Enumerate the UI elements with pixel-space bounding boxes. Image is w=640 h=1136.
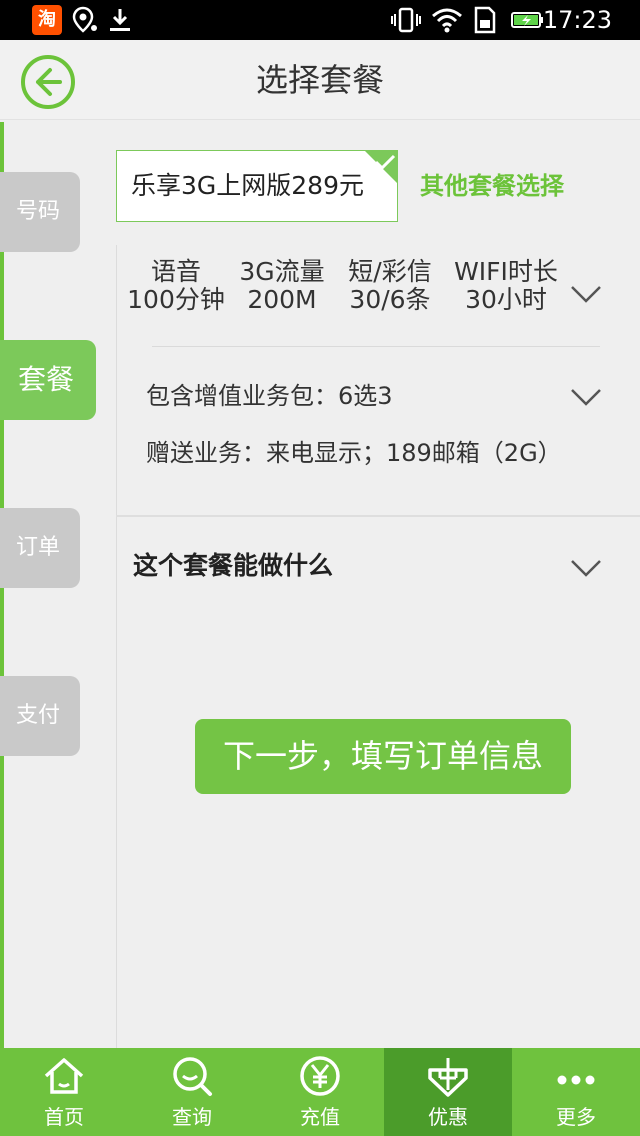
- feature-value: 200M: [247, 285, 317, 314]
- nav-item-query[interactable]: 查询: [128, 1048, 256, 1136]
- wifi-icon: [432, 8, 462, 33]
- feature-value: 30小时: [465, 285, 547, 314]
- feature-name: 语音: [150, 257, 201, 286]
- feature-name: 短/彩信: [348, 257, 432, 286]
- feature-name: WIFI时长: [454, 257, 558, 286]
- vibrate-icon: [391, 7, 421, 33]
- feature-value: 30/6条: [349, 285, 431, 314]
- nav-label: 查询: [172, 1105, 212, 1129]
- other-plans-link[interactable]: 其他套餐选择: [420, 168, 564, 204]
- bottom-nav: 首页 查询 充值 优惠 更多: [0, 1048, 640, 1136]
- chevron-down-icon[interactable]: [570, 387, 602, 407]
- nav-label: 充值: [300, 1105, 340, 1129]
- selected-plan-name: 乐享3G上网版289元: [131, 171, 364, 200]
- gift-services: 赠送业务：来电显示；189邮箱（2G）: [146, 439, 562, 467]
- selected-plan-card[interactable]: 乐享3G上网版289元: [116, 150, 398, 222]
- taobao-app-icon: 淘: [32, 5, 62, 35]
- yuan-icon: [300, 1056, 340, 1096]
- nav-item-home[interactable]: 首页: [0, 1048, 128, 1136]
- sim-card-icon: [474, 6, 496, 34]
- chevron-down-icon[interactable]: [570, 284, 602, 304]
- side-tab-number[interactable]: 号码: [0, 172, 80, 252]
- feature-sms: 短/彩信 30/6条: [340, 258, 440, 314]
- nav-label: 首页: [44, 1105, 84, 1129]
- more-icon: [557, 1075, 595, 1085]
- nav-item-recharge[interactable]: 充值: [256, 1048, 384, 1136]
- divider: [152, 346, 600, 347]
- check-mark-icon: [364, 150, 398, 184]
- side-tab-payment[interactable]: 支付: [0, 676, 80, 756]
- clock: 17:23: [542, 6, 612, 34]
- divider: [116, 515, 640, 517]
- nav-label: 优惠: [428, 1105, 468, 1129]
- chevron-down-icon[interactable]: [570, 558, 602, 578]
- value-added-services: 包含增值业务包：6选3: [146, 382, 393, 410]
- nav-item-discount[interactable]: 优惠: [384, 1048, 512, 1136]
- download-icon: [110, 9, 130, 31]
- app-header: 选择套餐: [0, 40, 640, 120]
- nav-item-more[interactable]: 更多: [512, 1048, 640, 1136]
- content-left-border: [116, 245, 117, 1048]
- feature-value: 100分钟: [127, 285, 225, 314]
- status-bar: 淘 17:23: [0, 0, 640, 40]
- search-icon: [173, 1057, 212, 1096]
- discount-icon: [428, 1058, 468, 1097]
- next-step-button[interactable]: 下一步，填写订单信息: [195, 719, 571, 794]
- side-tab-order[interactable]: 订单: [0, 508, 80, 588]
- feature-voice: 语音 100分钟: [126, 258, 226, 314]
- feature-name: 3G流量: [239, 257, 325, 286]
- battery-icon: [511, 12, 543, 28]
- location-icon: [72, 6, 97, 33]
- side-tab-plan[interactable]: 套餐: [0, 340, 96, 420]
- feature-wifi: WIFI时长 30小时: [448, 258, 564, 314]
- page-title: 选择套餐: [255, 61, 384, 99]
- plan-uses-section[interactable]: 这个套餐能做什么: [133, 548, 333, 584]
- home-icon: [44, 1058, 84, 1094]
- nav-label: 更多: [556, 1105, 596, 1129]
- feature-data: 3G流量 200M: [234, 258, 330, 314]
